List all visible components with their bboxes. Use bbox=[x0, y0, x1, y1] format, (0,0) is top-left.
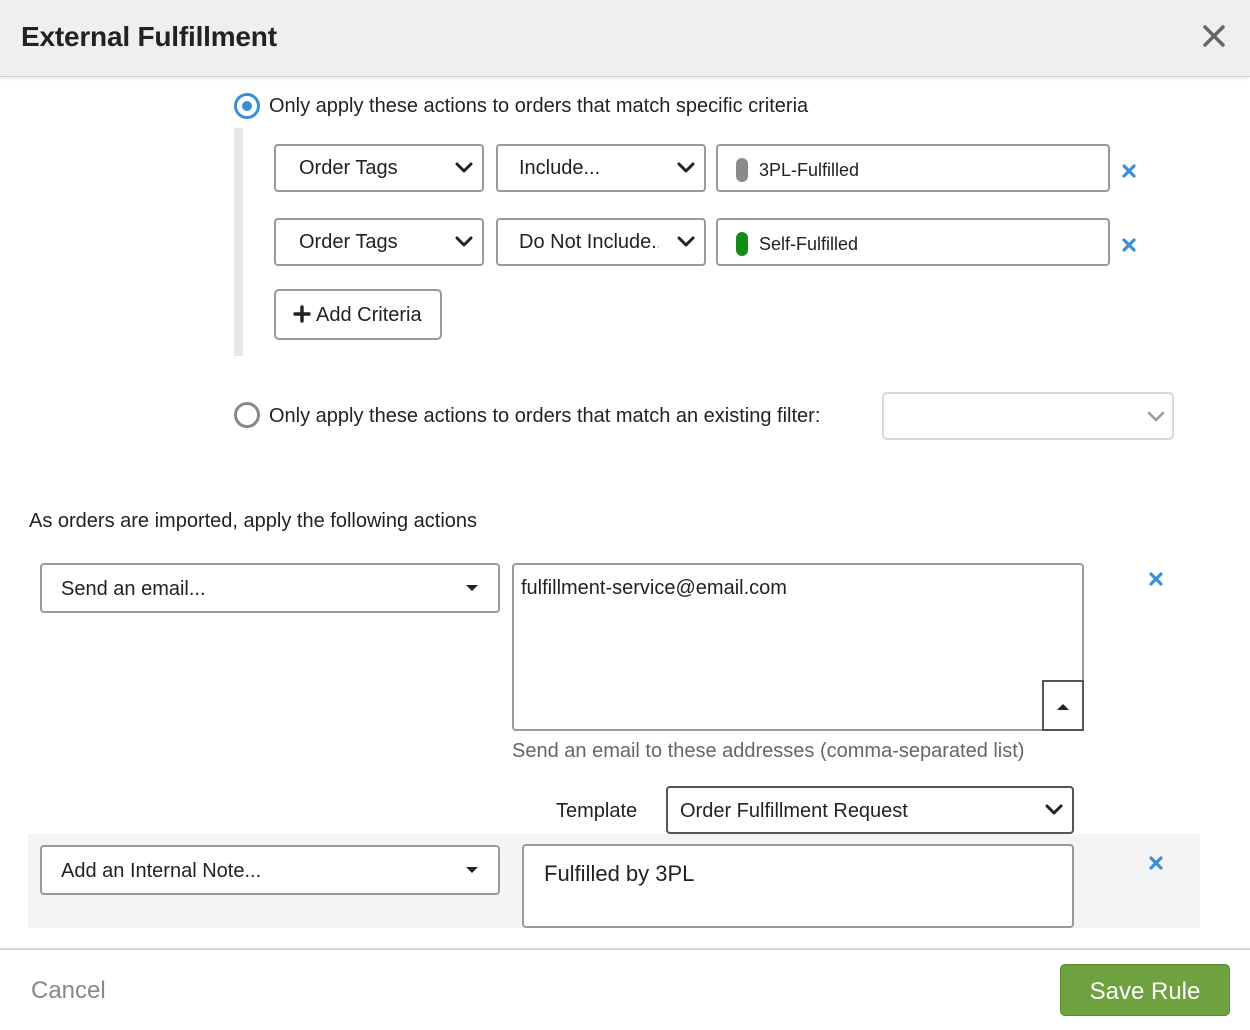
remove-email-action-icon[interactable] bbox=[1148, 571, 1164, 587]
criteria-1-tag-label: 3PL-Fulfilled bbox=[759, 160, 860, 180]
internal-note-value: Fulfilled by 3PL bbox=[544, 861, 695, 886]
remove-criteria-2-icon[interactable] bbox=[1121, 237, 1137, 253]
criteria-group-bar bbox=[234, 128, 243, 356]
tag-color-swatch bbox=[736, 158, 748, 182]
criteria-2-field-value: Order Tags bbox=[299, 231, 398, 253]
caret-down-icon bbox=[466, 867, 478, 873]
add-criteria-label: Add Criteria bbox=[316, 304, 422, 326]
criteria-1-field-select[interactable]: Order Tags bbox=[274, 144, 484, 192]
add-criteria-button[interactable]: Add Criteria bbox=[274, 289, 442, 340]
radio-specific-criteria-label: Only apply these actions to orders that … bbox=[269, 95, 809, 117]
note-action-select[interactable]: Add an Internal Note... bbox=[40, 845, 500, 895]
chevron-down-icon bbox=[455, 236, 473, 247]
radio-existing-filter-label: Only apply these actions to orders that … bbox=[269, 405, 821, 427]
email-recipients-value: fulfillment-service@email.com bbox=[521, 577, 787, 599]
template-select[interactable]: Order Fulfillment Request bbox=[666, 786, 1074, 834]
remove-criteria-1-icon[interactable] bbox=[1121, 163, 1137, 179]
criteria-2-tag-label: Self-Fulfilled bbox=[759, 234, 859, 254]
modal-title: External Fulfillment bbox=[21, 21, 277, 52]
cancel-button[interactable]: Cancel bbox=[31, 977, 106, 1005]
criteria-2-field-select[interactable]: Order Tags bbox=[274, 218, 484, 266]
textarea-expand-button[interactable] bbox=[1042, 680, 1084, 731]
chevron-down-icon bbox=[677, 236, 695, 247]
radio-specific-criteria[interactable] bbox=[234, 93, 260, 119]
email-recipients-input[interactable]: fulfillment-service@email.com bbox=[512, 563, 1084, 731]
caret-up-icon bbox=[1057, 704, 1069, 710]
template-label: Template bbox=[556, 800, 638, 822]
criteria-1-tag-input[interactable]: 3PL-Fulfilled bbox=[716, 144, 1110, 192]
close-icon[interactable] bbox=[1200, 22, 1228, 50]
criteria-2-operator-select[interactable]: Do Not Include... bbox=[496, 218, 706, 266]
template-value: Order Fulfillment Request bbox=[680, 800, 908, 822]
criteria-1-operator-value: Include... bbox=[519, 157, 601, 179]
internal-note-input[interactable]: Fulfilled by 3PL bbox=[522, 844, 1074, 928]
note-action-value: Add an Internal Note... bbox=[61, 860, 262, 882]
email-action-select[interactable]: Send an email... bbox=[40, 563, 500, 613]
criteria-2-operator-value: Do Not Include... bbox=[519, 231, 659, 253]
chevron-down-icon bbox=[1147, 411, 1165, 422]
chevron-down-icon bbox=[677, 162, 695, 173]
radio-existing-filter[interactable] bbox=[234, 402, 260, 428]
tag-color-swatch bbox=[736, 232, 748, 256]
email-help-text: Send an email to these addresses (comma-… bbox=[512, 740, 1025, 762]
remove-note-action-icon[interactable] bbox=[1148, 855, 1164, 871]
criteria-1-operator-select[interactable]: Include... bbox=[496, 144, 706, 192]
chevron-down-icon bbox=[455, 162, 473, 173]
save-rule-button[interactable]: Save Rule bbox=[1060, 964, 1230, 1016]
criteria-1-field-value: Order Tags bbox=[299, 157, 398, 179]
actions-heading: As orders are imported, apply the follow… bbox=[29, 510, 478, 532]
existing-filter-select[interactable] bbox=[882, 392, 1174, 440]
plus-icon bbox=[293, 305, 311, 323]
footer-divider bbox=[0, 948, 1250, 950]
chevron-down-icon bbox=[1045, 804, 1063, 815]
caret-down-icon bbox=[466, 585, 478, 591]
criteria-2-tag-input[interactable]: Self-Fulfilled bbox=[716, 218, 1110, 266]
email-action-value: Send an email... bbox=[61, 578, 206, 600]
save-rule-label: Save Rule bbox=[1089, 978, 1201, 1005]
